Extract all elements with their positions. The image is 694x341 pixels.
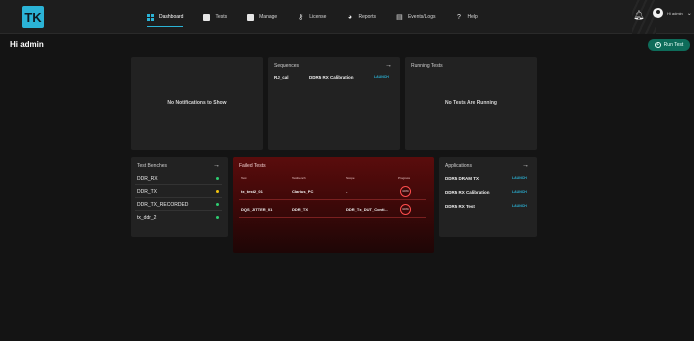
license-key-icon: ⚷ — [298, 13, 304, 21]
manage-icon — [247, 13, 255, 21]
application-name: DDR5 RX Calibration — [445, 190, 490, 195]
help-icon: ? — [457, 13, 461, 21]
sequence-launch-button[interactable]: LAUNCH — [374, 75, 389, 79]
column-header: Scope — [346, 176, 355, 180]
page-greeting: Hi admin — [10, 40, 44, 49]
testbench-name: DDR_TX_RECORDED — [137, 202, 189, 208]
failed-tests-title: Failed Tests — [239, 163, 266, 169]
dashboard-grid-icon — [147, 13, 154, 21]
testbench-row[interactable]: DDR_TX_RECORDED — [135, 199, 222, 211]
testbench-name: tx_ddr_2 — [137, 215, 157, 221]
failed-tests-card: Failed Tests Test Testbench Scope Progre… — [233, 157, 434, 253]
application-launch-button[interactable]: LAUNCH — [512, 204, 527, 208]
cell-test: DQS_JITTER_01 — [241, 207, 273, 212]
column-header: Test — [241, 176, 247, 180]
bell-icon[interactable]: 🔔︎ — [633, 10, 644, 21]
column-header: Progress — [398, 176, 411, 180]
progress-ring: 100% — [400, 186, 411, 197]
cell-testbench: Clarius_PC — [292, 189, 314, 194]
main-nav: Dashboard Tests Manage ⚷ License ◕ Repor… — [147, 0, 498, 34]
run-test-button[interactable]: + Run Test — [648, 39, 690, 51]
applications-title: Applications — [445, 163, 472, 169]
status-dot — [216, 177, 219, 180]
nav-label: Help — [467, 14, 478, 20]
chevron-down-icon: ⌄ — [686, 10, 692, 17]
running-tests-empty-text: No Tests Are Running — [445, 100, 497, 106]
nav-tests[interactable]: Tests — [203, 0, 227, 34]
arrow-right-icon[interactable]: → — [385, 62, 392, 69]
applications-card: Applications → DDR5 DRAM TX LAUNCH DDR5 … — [439, 157, 537, 237]
tests-check-icon — [203, 13, 211, 21]
test-benches-card: Test Benches → DDR_RX DDR_TX DDR_TX_RECO… — [131, 157, 228, 237]
status-dot — [216, 216, 219, 219]
testbench-name: DDR_RX — [137, 176, 158, 182]
nav-label: Dashboard — [159, 14, 184, 20]
nav-label: Reports — [358, 14, 376, 20]
column-header: Testbench — [292, 176, 306, 180]
application-launch-button[interactable]: LAUNCH — [512, 176, 527, 180]
nav-reports[interactable]: ◕ Reports — [346, 0, 376, 34]
app-logo[interactable]: TK — [22, 6, 44, 28]
application-name: DDR5 DRAM TX — [445, 176, 480, 181]
application-name: DDR5 RX Test — [445, 204, 475, 209]
nav-label: Events/Logs — [407, 14, 436, 20]
running-tests-title: Running Tests — [411, 63, 443, 69]
cell-testbench: DDR_TX — [292, 207, 309, 212]
running-tests-card: Running Tests No Tests Are Running — [405, 57, 537, 150]
application-launch-button[interactable]: LAUNCH — [512, 190, 527, 194]
status-dot — [216, 190, 219, 193]
nav-manage[interactable]: Manage — [247, 0, 277, 34]
cell-scope: DDR_Tx_DUT_Conti... — [346, 207, 388, 212]
sequences-title: Sequences — [274, 63, 300, 69]
sequences-card: Sequences → RJ_cal DDR5 RX Calibration L… — [268, 57, 400, 150]
cell-scope: - — [346, 189, 348, 194]
sequence-name: RJ_cal — [274, 75, 289, 80]
nav-license[interactable]: ⚷ License — [297, 0, 326, 34]
logo-text: TK — [24, 9, 42, 25]
test-benches-title: Test Benches — [137, 163, 168, 169]
nav-dashboard[interactable]: Dashboard — [147, 0, 184, 34]
top-bar: TK Dashboard Tests Manage ⚷ License ◕ Re… — [0, 0, 694, 34]
nav-events-logs[interactable]: ▤ Events/Logs — [396, 0, 436, 34]
avatar-icon — [653, 8, 663, 18]
testbench-row[interactable]: DDR_RX — [135, 173, 222, 185]
sequence-description: DDR5 RX Calibration — [309, 75, 354, 80]
arrow-right-icon[interactable]: → — [213, 162, 220, 169]
progress-ring: 100% — [400, 204, 411, 215]
nav-label: License — [309, 14, 327, 20]
user-label: Hi admin — [667, 10, 683, 16]
plus-circle-icon: + — [654, 42, 661, 48]
notifications-empty-text: No Notifications to Show — [167, 100, 227, 106]
progress-value: 100% — [402, 208, 409, 211]
table-row[interactable]: DQS_JITTER_01 DDR_TX DDR_Tx_DUT_Conti...… — [239, 201, 426, 218]
testbench-row[interactable]: tx_ddr_2 — [135, 212, 222, 224]
testbench-row[interactable]: DDR_TX — [135, 186, 222, 198]
table-row[interactable]: tx_test2_01 Clarius_PC - 100% — [239, 183, 426, 200]
progress-value: 100% — [402, 190, 409, 193]
nav-label: Manage — [259, 14, 278, 20]
cell-test: tx_test2_01 — [241, 189, 263, 194]
notifications-card: No Notifications to Show — [131, 57, 263, 150]
logs-icon: ▤ — [396, 13, 403, 21]
status-dot — [216, 203, 219, 206]
testbench-name: DDR_TX — [137, 189, 158, 195]
user-menu[interactable]: Hi admin ⌄ — [653, 8, 692, 18]
nav-help[interactable]: ? Help — [456, 0, 478, 34]
nav-label: Tests — [215, 14, 228, 20]
run-test-label: Run Test — [663, 42, 684, 48]
arrow-right-icon[interactable]: → — [522, 162, 529, 169]
reports-icon: ◕ — [347, 13, 353, 21]
